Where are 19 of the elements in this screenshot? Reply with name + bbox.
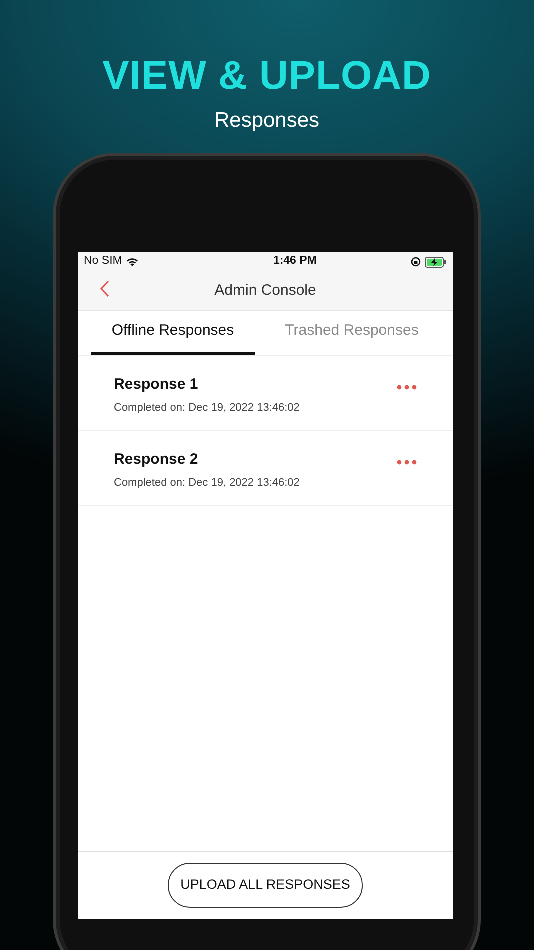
back-button[interactable] xyxy=(100,280,110,298)
wifi-icon xyxy=(126,257,140,267)
more-options-icon[interactable] xyxy=(397,460,417,465)
headline: VIEW & UPLOAD xyxy=(102,53,432,100)
response-row[interactable]: Response 2 Completed on: Dec 19, 2022 13:46:02 xyxy=(78,431,453,506)
upload-all-button[interactable]: UPLOAD ALL RESPONSES xyxy=(168,863,364,908)
more-options-icon[interactable] xyxy=(397,385,417,390)
tab[interactable]: Offline Responses xyxy=(91,311,255,355)
completed-date: Completed on: Dec 19, 2022 13:46:02 xyxy=(114,476,301,491)
clock-time: 1:46 PM xyxy=(273,255,317,268)
carrier-label: No SIM xyxy=(84,254,122,270)
completed-date: Completed on: Dec 19, 2022 13:46:02 xyxy=(114,401,301,416)
response-title: Response 2 xyxy=(114,451,200,469)
screen-title: Admin Console xyxy=(214,282,316,299)
response-row[interactable]: Response 1 Completed on: Dec 19, 2022 13:46:02 xyxy=(78,356,453,431)
response-title: Response 1 xyxy=(114,376,200,394)
rotation-lock-icon xyxy=(411,257,421,267)
subtitle: Responses xyxy=(214,108,320,134)
battery-icon xyxy=(425,256,447,268)
